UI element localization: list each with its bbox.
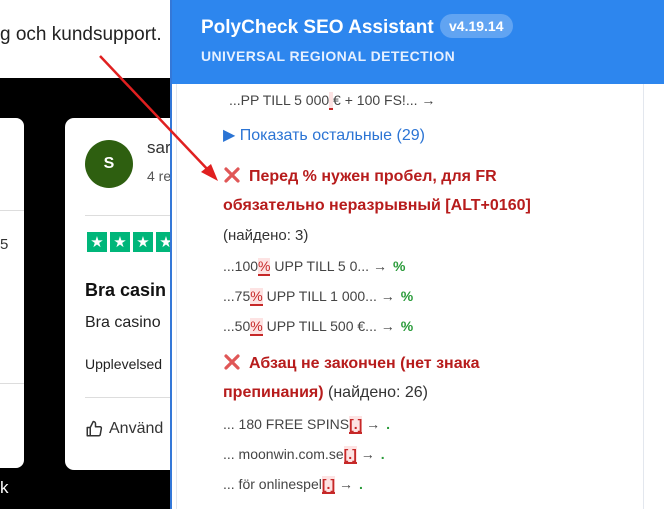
page-header-area: g och kundsupport. xyxy=(0,0,172,78)
suggested-fix: . xyxy=(380,446,385,462)
page-fragment-glyph: k xyxy=(0,478,9,497)
list-item: ... moonwin.com.se[.] →. xyxy=(223,446,385,464)
experience-date-label: Upplevelsed xyxy=(85,356,163,372)
divider xyxy=(0,383,24,384)
avatar[interactable]: S xyxy=(85,140,133,188)
suggested-fix: % xyxy=(392,258,406,274)
results-list[interactable]: ...PP TILL 5 000 € + 100 FS!... → ▶ Пока… xyxy=(176,84,644,509)
review-title: Bra casin xyxy=(85,280,167,300)
error-title-continued: обязательно неразрывный [ALT+0160] xyxy=(223,197,531,214)
highlight-mark: % xyxy=(250,318,263,336)
star-icon: ★ xyxy=(110,232,130,252)
star-icon: ★ xyxy=(133,232,153,252)
divider xyxy=(0,210,24,211)
error-title-continued: препинания) (найдено: 26) xyxy=(223,384,428,401)
useful-label: Använd xyxy=(109,420,164,437)
page-header-text: g och kundsupport. xyxy=(0,24,162,45)
suggested-fix: . xyxy=(358,476,363,492)
version-badge: v4.19.14 xyxy=(440,14,513,38)
useful-button[interactable]: Använd xyxy=(85,420,163,438)
suggested-fix: % xyxy=(400,318,414,334)
review-count-fragment: 5 xyxy=(0,236,9,253)
thumbs-up-icon xyxy=(86,420,103,437)
list-item: ...PP TILL 5 000 € + 100 FS!... → xyxy=(229,92,436,110)
highlight-mark: % xyxy=(258,258,271,276)
review-card-partial: 5 xyxy=(0,118,24,468)
list-item: ...50% UPP TILL 500 €... →% xyxy=(223,318,414,336)
panel-subtitle: UNIVERSAL REGIONAL DETECTION xyxy=(201,48,456,64)
suggested-fix: . xyxy=(386,416,391,432)
panel-title: PolyCheck SEO Assistant xyxy=(201,17,434,38)
list-item: ...100% UPP TILL 5 0... →% xyxy=(223,258,406,276)
reviewer-review-count: 4 re xyxy=(147,168,172,184)
highlight-mark: [.] xyxy=(321,476,336,494)
show-more-toggle[interactable]: ▶ Показать остальные (29) xyxy=(223,125,425,145)
error-title: Абзац не закончен (нет знака xyxy=(223,349,480,378)
error-title: Перед % нужен пробел, для FR xyxy=(223,162,497,191)
highlight-mark: % xyxy=(250,288,263,306)
review-body: Bra casino xyxy=(85,314,161,331)
list-item: ...75% UPP TILL 1 000... →% xyxy=(223,288,414,306)
close-icon xyxy=(224,354,240,370)
suggested-fix: % xyxy=(400,288,414,304)
panel-header: PolyCheck SEO Assistant v4.19.14 UNIVERS… xyxy=(172,0,664,84)
list-item: ... 180 FREE SPINS[.] →. xyxy=(223,416,391,434)
star-icon: ★ xyxy=(87,232,107,252)
found-count: (найдено: 26) xyxy=(328,384,428,401)
found-count: (найдено: 3) xyxy=(223,227,309,244)
close-icon xyxy=(224,167,240,183)
list-item: ... för onlinespel[.] →. xyxy=(223,476,363,494)
seo-assistant-panel: PolyCheck SEO Assistant v4.19.14 UNIVERS… xyxy=(170,0,664,509)
highlight-mark: [.] xyxy=(349,416,363,434)
highlight-mark: [.] xyxy=(343,446,357,464)
reviewer-name[interactable]: sar xyxy=(147,138,171,158)
